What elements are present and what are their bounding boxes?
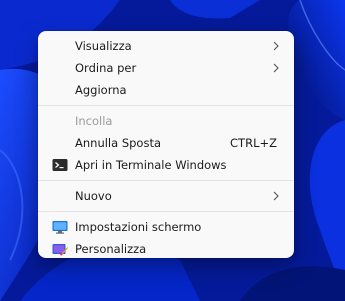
menu-item-incolla: Incolla: [42, 110, 290, 132]
menu-item-label: Impostazioni schermo: [75, 220, 202, 234]
menu-item-label: Visualizza: [75, 39, 132, 53]
menu-item-label: Aggiorna: [75, 83, 127, 97]
chevron-right-icon: [273, 41, 279, 51]
chevron-right-icon: [273, 63, 279, 73]
menu-item-label: Personalizza: [75, 242, 147, 256]
menu-item-impostazioni-schermo[interactable]: Impostazioni schermo: [42, 216, 290, 238]
menu-item-annulla-sposta[interactable]: Annulla Sposta CTRL+Z: [42, 132, 290, 154]
desktop-wallpaper[interactable]: Visualizza Ordina per Aggiorna Incolla A…: [0, 0, 345, 301]
menu-item-label: Ordina per: [75, 61, 137, 75]
menu-item-visualizza[interactable]: Visualizza: [42, 35, 290, 57]
personalize-icon: [52, 244, 68, 256]
menu-item-ordina-per[interactable]: Ordina per: [42, 57, 290, 79]
menu-item-label: Incolla: [75, 114, 113, 128]
menu-item-label: Nuovo: [75, 189, 112, 203]
menu-separator: [38, 211, 294, 212]
terminal-icon: [52, 159, 68, 171]
menu-item-label: Annulla Sposta: [75, 136, 162, 150]
chevron-right-icon: [273, 191, 279, 201]
menu-item-aggiorna[interactable]: Aggiorna: [42, 79, 290, 101]
context-menu: Visualizza Ordina per Aggiorna Incolla A…: [38, 31, 294, 258]
menu-item-personalizza[interactable]: Personalizza: [42, 238, 290, 260]
menu-separator: [38, 105, 294, 106]
menu-item-label: Apri in Terminale Windows: [75, 158, 227, 172]
menu-item-nuovo[interactable]: Nuovo: [42, 185, 290, 207]
display-settings-icon: [52, 221, 68, 234]
menu-separator: [38, 180, 294, 181]
menu-item-shortcut: CTRL+Z: [230, 136, 277, 150]
menu-item-apri-terminale[interactable]: Apri in Terminale Windows: [42, 154, 290, 176]
